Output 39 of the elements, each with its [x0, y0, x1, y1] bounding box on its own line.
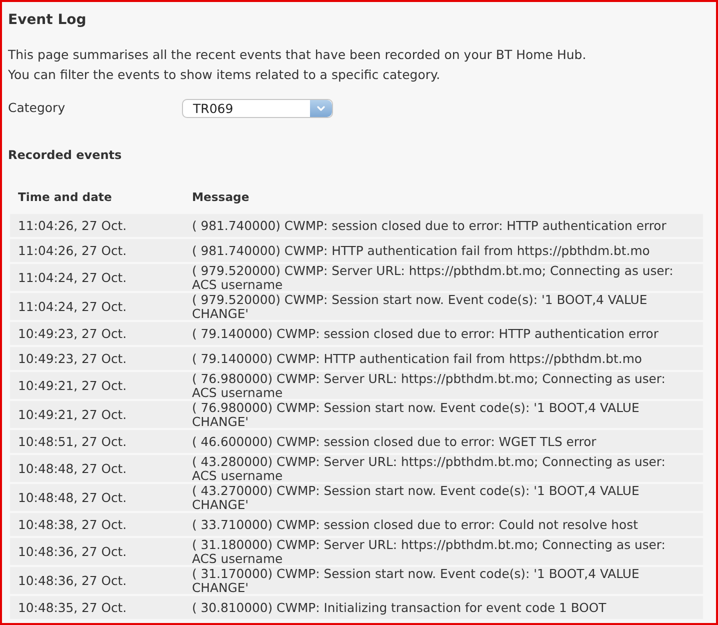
column-header: Message — [191, 189, 250, 206]
message-cell: ( 43.270000) CWMP: Session start now. Event code(s): '1 BOOT,4 VALUE CHANGE' — [184, 484, 703, 511]
message-cell: ( 46.600000) CWMP: session closed due to error: WGET TLS error — [184, 430, 703, 453]
column-header: Time and date — [17, 189, 113, 206]
message-cell: ( 43.280000) CWMP: Server URL: https://pbthdm.bt.mo; Connecting as user: ACS username — [184, 455, 703, 482]
message-cell: ( 31.180000) CWMP: Server URL: https://pbthdm.bt.mo; Connecting as user: ACS username — [184, 538, 703, 565]
message-cell: ( 79.140000) CWMP: HTTP authentication fail from https://pbthdm.bt.mo — [184, 347, 703, 370]
time-cell: 10:49:23, 27 Oct. — [10, 347, 184, 370]
time-cell: 10:48:38, 27 Oct. — [10, 513, 184, 536]
time-cell: 11:04:24, 27 Oct. — [10, 293, 184, 320]
message-cell: ( 79.140000) CWMP: session closed due to error: HTTP authentication error — [184, 322, 703, 345]
page-title: Event Log — [8, 11, 88, 30]
time-cell: 11:04:26, 27 Oct. — [10, 239, 184, 262]
time-cell: 10:48:48, 27 Oct. — [10, 484, 184, 511]
category-select[interactable]: TR069 — [182, 98, 333, 118]
section-heading: Recorded events — [8, 147, 123, 163]
time-cell: 10:49:23, 27 Oct. — [10, 322, 184, 345]
message-cell: ( 76.980000) CWMP: Server URL: https://pbthdm.bt.mo; Connecting as user: ACS username — [184, 372, 703, 399]
description-text: This page summarises all the recent events that have been recorded on your BT Home Hub. — [8, 46, 588, 64]
message-cell: ( 981.740000) CWMP: HTTP authentication fail from https://pbthdm.bt.mo — [184, 239, 703, 262]
time-cell: 11:04:26, 27 Oct. — [10, 214, 184, 237]
time-cell: 10:49:21, 27 Oct. — [10, 372, 184, 399]
category-label: Category — [8, 99, 66, 117]
message-cell: ( 981.740000) CWMP: session closed due to error: HTTP authentication error — [184, 214, 703, 237]
message-cell: ( 31.170000) CWMP: Session start now. Event code(s): '1 BOOT,4 VALUE CHANGE' — [184, 567, 703, 594]
time-cell: 10:48:48, 27 Oct. — [10, 455, 184, 482]
message-cell: ( 30.810000) CWMP: Initializing transaction for event code 1 BOOT — [184, 596, 703, 619]
message-cell: ( 979.520000) CWMP: Session start now. Event code(s): '1 BOOT,4 VALUE CHANGE' — [184, 293, 703, 320]
time-cell: 10:48:36, 27 Oct. — [10, 538, 184, 565]
description-text: You can filter the events to show items related to a specific category. — [8, 66, 442, 84]
time-cell: 10:48:35, 27 Oct. — [10, 596, 184, 619]
time-cell: 10:48:36, 27 Oct. — [10, 567, 184, 594]
chevron-down-icon — [310, 100, 332, 116]
message-cell: ( 979.520000) CWMP: Server URL: https://pbthdm.bt.mo; Connecting as user: ACS username — [184, 264, 703, 291]
message-cell: ( 33.710000) CWMP: session closed due to error: Could not resolve host — [184, 513, 703, 536]
time-cell: 11:04:24, 27 Oct. — [10, 264, 184, 291]
time-cell: 10:49:21, 27 Oct. — [10, 401, 184, 428]
time-cell: 10:48:51, 27 Oct. — [10, 430, 184, 453]
message-cell: ( 76.980000) CWMP: Session start now. Event code(s): '1 BOOT,4 VALUE CHANGE' — [184, 401, 703, 428]
